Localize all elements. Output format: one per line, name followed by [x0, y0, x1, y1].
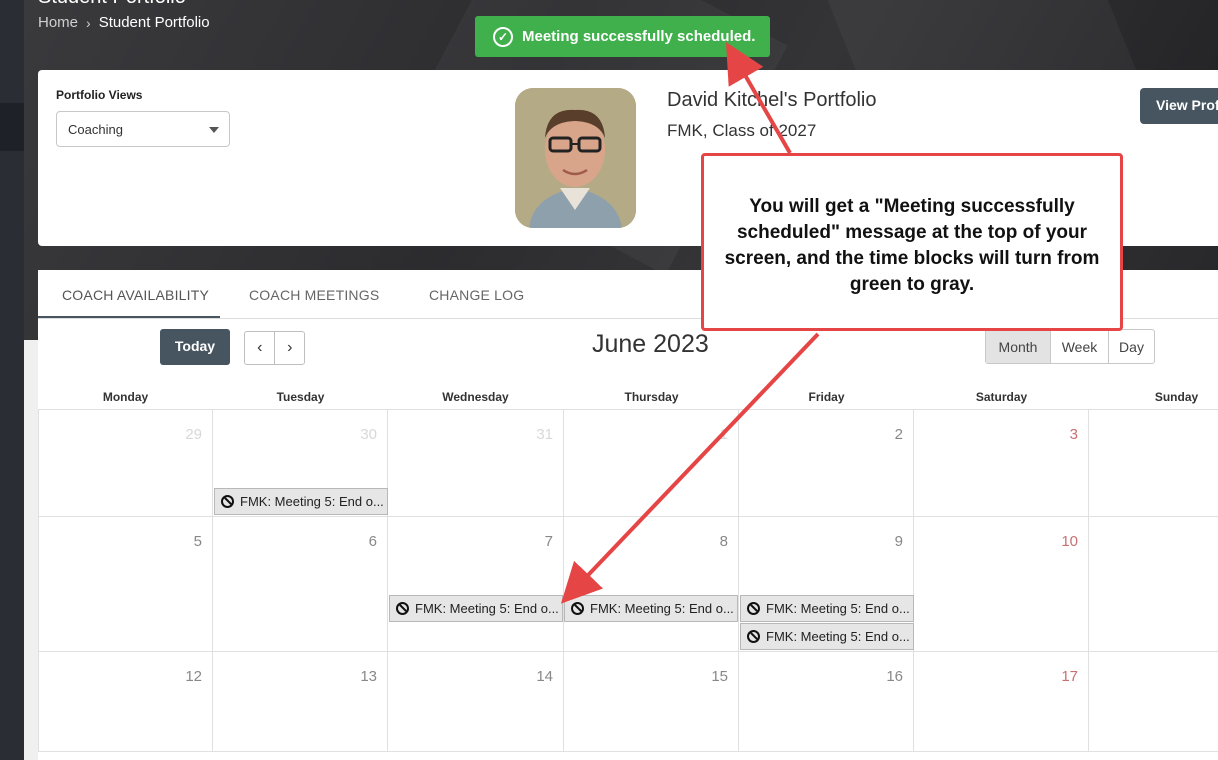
day-number: 3 — [1069, 426, 1078, 443]
weekday-header: Monday Tuesday Wednesday Thursday Friday… — [38, 380, 1218, 410]
weekday-label: Sunday — [1154, 390, 1199, 404]
ban-icon — [396, 602, 409, 615]
page-gutter — [24, 340, 38, 760]
calendar-title: June 2023 — [592, 330, 709, 358]
event-title: FMK: Meeting 5: End o... — [590, 601, 734, 616]
portfolio-views-select[interactable]: Coaching — [56, 111, 230, 147]
weekday-label: Thursday — [624, 390, 679, 404]
day-number: 1 — [719, 426, 728, 443]
day-number: 15 — [711, 668, 728, 685]
portfolio-views-label: Portfolio Views — [56, 88, 143, 102]
day-cell[interactable]: 3 — [914, 410, 1089, 517]
day-cell[interactable] — [1089, 517, 1218, 652]
day-cell[interactable]: 17 — [914, 652, 1089, 752]
day-number: 2 — [894, 426, 903, 443]
event-title: FMK: Meeting 5: End o... — [766, 601, 910, 616]
day-number: 6 — [368, 533, 377, 550]
day-number: 16 — [886, 668, 903, 685]
day-cell[interactable]: 13 — [213, 652, 388, 752]
day-number: 5 — [193, 533, 202, 550]
page-title: Student Portfolio — [38, 0, 186, 9]
day-number: 14 — [536, 668, 553, 685]
day-number: 10 — [1061, 533, 1078, 550]
ban-icon — [747, 630, 760, 643]
event-title: FMK: Meeting 5: End o... — [766, 629, 910, 644]
weekday-label: Monday — [102, 390, 149, 404]
calendar-event[interactable]: FMK: Meeting 5: End o... — [389, 595, 563, 622]
breadcrumb-home[interactable]: Home — [38, 14, 78, 31]
day-cell[interactable]: 29 — [38, 410, 213, 517]
breadcrumb-current: Student Portfolio — [98, 14, 210, 31]
day-number: 8 — [719, 533, 728, 550]
calendar-panel: COACH AVAILABILITY COACH MEETINGS CHANGE… — [38, 270, 1218, 760]
view-month-button[interactable]: Month — [986, 330, 1050, 363]
day-cell[interactable]: 2 — [739, 410, 914, 517]
day-cell[interactable] — [1089, 652, 1218, 752]
view-week-button[interactable]: Week — [1050, 330, 1108, 363]
portfolio-views-value: Coaching — [68, 122, 123, 137]
event-title: FMK: Meeting 5: End o... — [415, 601, 559, 616]
day-number: 7 — [544, 533, 553, 550]
event-title: FMK: Meeting 5: End o... — [240, 494, 384, 509]
active-tab-indicator — [38, 316, 220, 318]
day-number: 12 — [185, 668, 202, 685]
check-circle-icon: ✓ — [493, 26, 513, 47]
weekday-label: Tuesday — [276, 390, 325, 404]
day-cell[interactable]: 6 — [213, 517, 388, 652]
weekday-label: Saturday — [975, 390, 1028, 404]
student-name: David Kitchel's Portfolio — [667, 89, 877, 111]
calendar-event[interactable]: FMK: Meeting 5: End o... — [740, 595, 914, 622]
day-cell[interactable]: 12 — [38, 652, 213, 752]
calendar-event[interactable]: FMK: Meeting 5: End o... — [214, 488, 388, 515]
today-button[interactable]: Today — [160, 329, 230, 365]
day-cell[interactable]: 7 — [388, 517, 564, 652]
chevron-left-icon[interactable]: ‹ — [245, 332, 274, 364]
left-sidebar — [0, 0, 24, 760]
success-toast: ✓ Meeting successfully scheduled. — [475, 16, 770, 57]
day-number: 13 — [360, 668, 377, 685]
chevron-right-icon: › — [86, 14, 91, 31]
view-profile-button[interactable]: View Profi — [1140, 88, 1218, 124]
tab-change-log[interactable]: CHANGE LOG — [429, 287, 524, 303]
day-number: 29 — [185, 426, 202, 443]
ban-icon — [221, 495, 234, 508]
view-switcher: Month Week Day — [985, 329, 1155, 364]
student-class: FMK, Class of 2027 — [667, 121, 817, 140]
ban-icon — [571, 602, 584, 615]
view-day-button[interactable]: Day — [1108, 330, 1154, 363]
day-cell[interactable] — [1089, 410, 1218, 517]
sidebar-band — [0, 103, 24, 151]
avatar — [515, 88, 636, 228]
weekday-label: Wednesday — [442, 390, 509, 404]
day-number: 31 — [536, 426, 553, 443]
day-cell[interactable]: 10 — [914, 517, 1089, 652]
day-cell[interactable]: 5 — [38, 517, 213, 652]
day-cell[interactable]: 14 — [388, 652, 564, 752]
day-cell[interactable]: 15 — [564, 652, 739, 752]
toast-message: Meeting successfully scheduled. — [522, 28, 756, 45]
day-cell[interactable]: 1 — [564, 410, 739, 517]
day-cell[interactable]: 8 — [564, 517, 739, 652]
day-cell[interactable]: 31 — [388, 410, 564, 517]
chevron-right-icon[interactable]: › — [274, 332, 304, 364]
day-number: 9 — [894, 533, 903, 550]
calendar-event[interactable]: FMK: Meeting 5: End o... — [740, 623, 914, 650]
tab-coach-availability[interactable]: COACH AVAILABILITY — [62, 287, 209, 303]
day-cell[interactable]: 16 — [739, 652, 914, 752]
day-number: 17 — [1061, 668, 1078, 685]
caret-down-icon — [209, 127, 219, 133]
day-number: 30 — [360, 426, 377, 443]
month-nav: ‹ › — [244, 331, 305, 365]
calendar-event[interactable]: FMK: Meeting 5: End o... — [564, 595, 738, 622]
breadcrumb: Home › Student Portfolio — [38, 14, 210, 31]
ban-icon — [747, 602, 760, 615]
weekday-label: Friday — [808, 390, 845, 404]
tab-coach-meetings[interactable]: COACH MEETINGS — [249, 287, 379, 303]
instruction-callout: You will get a "Meeting successfully sch… — [701, 153, 1123, 331]
